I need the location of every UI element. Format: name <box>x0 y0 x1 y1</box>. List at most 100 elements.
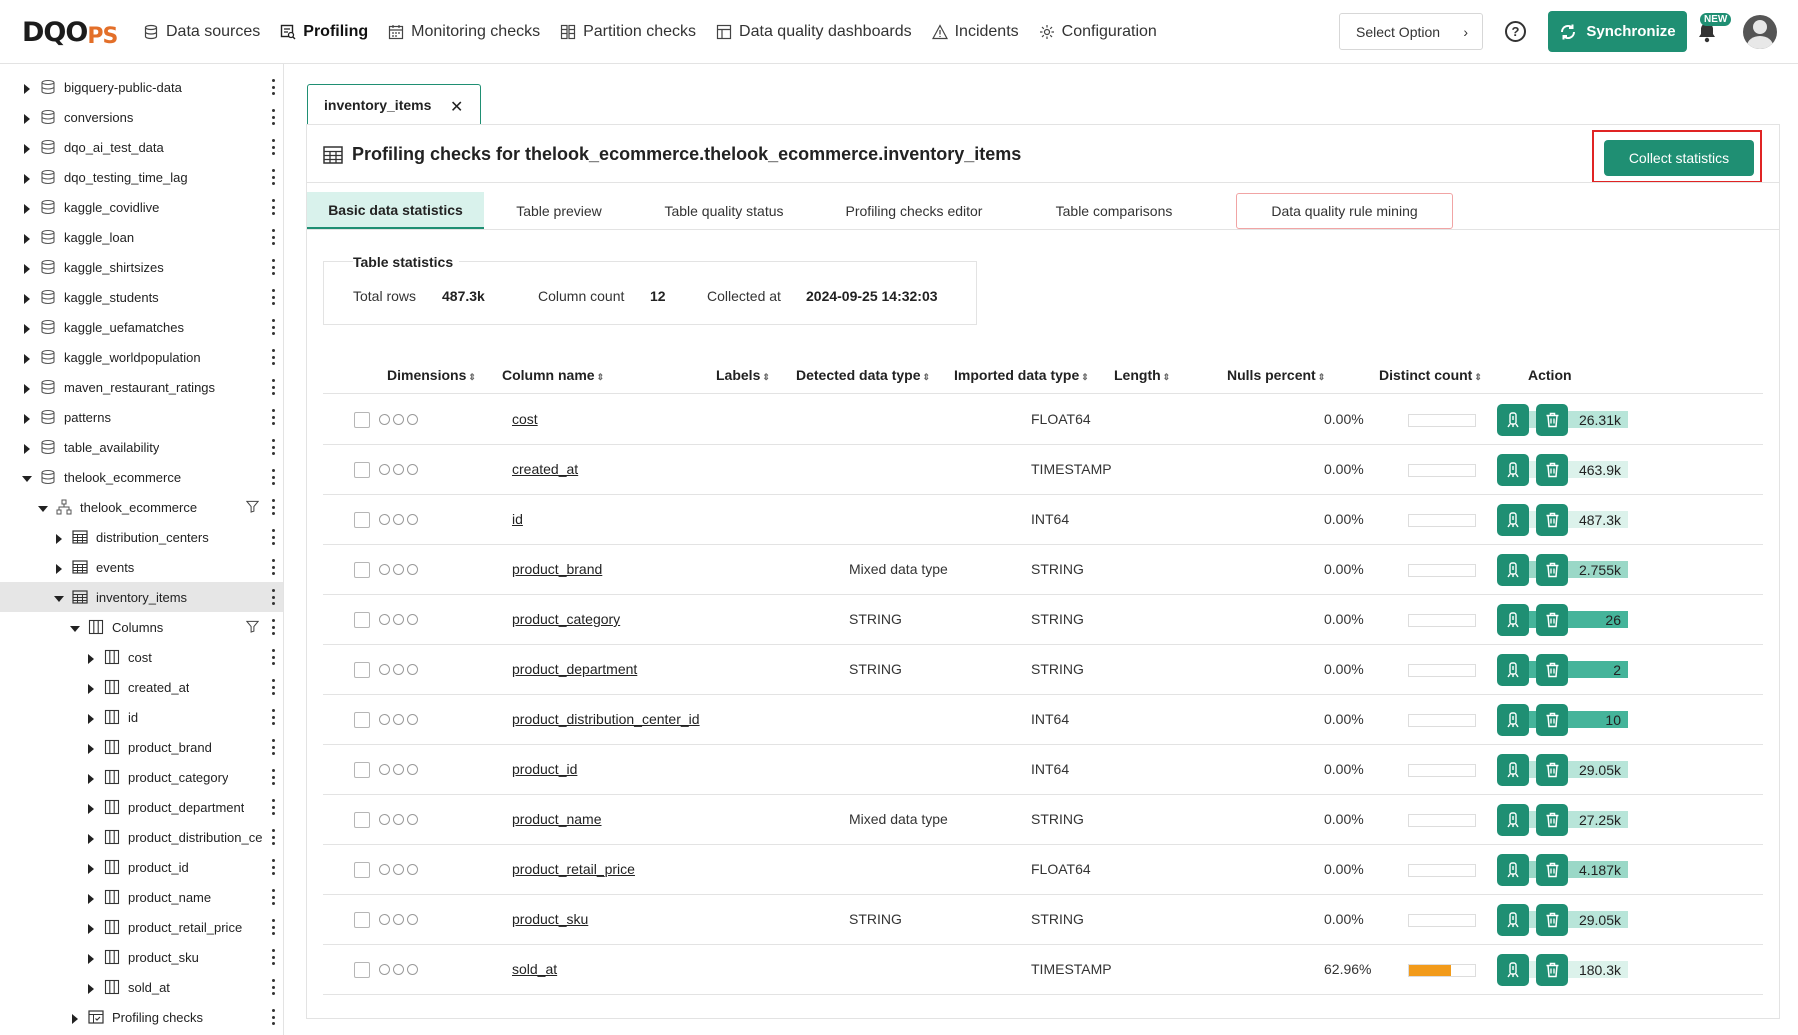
caret-right-icon[interactable] <box>86 742 96 754</box>
column-name-link[interactable]: sold_at <box>512 961 557 977</box>
more-options-icon[interactable] <box>272 529 276 545</box>
more-options-icon[interactable] <box>272 259 276 275</box>
collect-column-statistics-button[interactable] <box>1497 454 1529 486</box>
more-options-icon[interactable] <box>272 409 276 425</box>
collect-column-statistics-button[interactable] <box>1497 504 1529 536</box>
avatar[interactable] <box>1743 15 1777 49</box>
collect-column-statistics-button[interactable] <box>1497 954 1529 986</box>
tab-basic-data-statistics[interactable]: Basic data statistics <box>307 192 484 229</box>
more-options-icon[interactable] <box>272 589 276 605</box>
sidebar-item[interactable]: bigquery-public-data <box>0 72 283 102</box>
caret-right-icon[interactable] <box>22 262 32 274</box>
nav-configuration[interactable]: Configuration <box>1039 23 1157 41</box>
delete-button[interactable] <box>1536 754 1568 786</box>
header-nulls-percent[interactable]: Nulls percent ⇕ <box>1227 367 1325 383</box>
sidebar-item[interactable]: cost <box>0 642 283 672</box>
delete-button[interactable] <box>1536 904 1568 936</box>
caret-right-icon[interactable] <box>22 352 32 364</box>
sidebar-item[interactable]: Profiling checks <box>0 1002 283 1032</box>
tab-inventory-items[interactable]: inventory_items ✕ <box>307 84 481 125</box>
delete-button[interactable] <box>1536 854 1568 886</box>
caret-right-icon[interactable] <box>22 142 32 154</box>
row-checkbox[interactable] <box>354 862 370 878</box>
tab-profiling-checks-editor[interactable]: Profiling checks editor <box>814 192 1014 229</box>
sidebar-item[interactable]: kaggle_students <box>0 282 283 312</box>
more-options-icon[interactable] <box>272 439 276 455</box>
caret-right-icon[interactable] <box>22 232 32 244</box>
column-name-link[interactable]: product_category <box>512 611 620 627</box>
row-checkbox[interactable] <box>354 562 370 578</box>
column-name-link[interactable]: cost <box>512 411 538 427</box>
dqops-logo[interactable]: DQO PS <box>22 15 118 49</box>
caret-right-icon[interactable] <box>54 532 64 544</box>
caret-right-icon[interactable] <box>70 1012 80 1024</box>
help-icon[interactable]: ? <box>1505 21 1526 42</box>
row-checkbox[interactable] <box>354 812 370 828</box>
delete-button[interactable] <box>1536 604 1568 636</box>
delete-button[interactable] <box>1536 504 1568 536</box>
more-options-icon[interactable] <box>272 79 276 95</box>
sidebar-item[interactable]: product_sku <box>0 942 283 972</box>
sidebar-item[interactable]: table_availability <box>0 432 283 462</box>
caret-right-icon[interactable] <box>22 412 32 424</box>
select-option-dropdown[interactable]: Select Option › <box>1339 13 1483 50</box>
more-options-icon[interactable] <box>272 979 276 995</box>
caret-right-icon[interactable] <box>22 442 32 454</box>
header-column-name[interactable]: Column name ⇕ <box>502 367 604 383</box>
sidebar-item[interactable]: product_category <box>0 762 283 792</box>
more-options-icon[interactable] <box>272 559 276 575</box>
more-options-icon[interactable] <box>272 829 276 845</box>
close-icon[interactable]: ✕ <box>450 97 463 117</box>
more-options-icon[interactable] <box>272 739 276 755</box>
header-distinct-count[interactable]: Distinct count ⇕ <box>1379 367 1482 383</box>
column-name-link[interactable]: product_retail_price <box>512 861 635 877</box>
collect-column-statistics-button[interactable] <box>1497 754 1529 786</box>
sidebar-item[interactable]: thelook_ecommerce <box>0 492 283 522</box>
sidebar-item[interactable]: id <box>0 702 283 732</box>
sidebar-item[interactable]: product_distribution_ce <box>0 822 283 852</box>
caret-right-icon[interactable] <box>86 802 96 814</box>
header-detected-data-type[interactable]: Detected data type ⇕ <box>796 367 930 383</box>
caret-right-icon[interactable] <box>86 772 96 784</box>
delete-button[interactable] <box>1536 654 1568 686</box>
caret-down-icon[interactable] <box>38 502 48 512</box>
header-imported-data-type[interactable]: Imported data type ⇕ <box>954 367 1089 383</box>
header-length[interactable]: Length ⇕ <box>1114 367 1170 383</box>
nav-incidents[interactable]: Incidents <box>931 23 1019 41</box>
row-checkbox[interactable] <box>354 662 370 678</box>
header-dimensions[interactable]: Dimensions ⇕ <box>387 367 476 383</box>
delete-button[interactable] <box>1536 704 1568 736</box>
caret-right-icon[interactable] <box>86 862 96 874</box>
collect-column-statistics-button[interactable] <box>1497 404 1529 436</box>
sidebar-item[interactable]: dqo_ai_test_data <box>0 132 283 162</box>
sidebar-item[interactable]: product_retail_price <box>0 912 283 942</box>
more-options-icon[interactable] <box>272 1009 276 1025</box>
more-options-icon[interactable] <box>272 289 276 305</box>
column-name-link[interactable]: created_at <box>512 461 578 477</box>
collect-column-statistics-button[interactable] <box>1497 554 1529 586</box>
more-options-icon[interactable] <box>272 499 276 515</box>
row-checkbox[interactable] <box>354 762 370 778</box>
row-checkbox[interactable] <box>354 912 370 928</box>
column-name-link[interactable]: product_brand <box>512 561 602 577</box>
sidebar-item[interactable]: kaggle_worldpopulation <box>0 342 283 372</box>
filter-icon[interactable] <box>245 620 260 636</box>
caret-right-icon[interactable] <box>86 832 96 844</box>
sidebar-item[interactable]: distribution_centers <box>0 522 283 552</box>
header-labels[interactable]: Labels ⇕ <box>716 367 770 383</box>
more-options-icon[interactable] <box>272 319 276 335</box>
row-checkbox[interactable] <box>354 412 370 428</box>
delete-button[interactable] <box>1536 804 1568 836</box>
tab-table-comparisons[interactable]: Table comparisons <box>1014 192 1214 229</box>
caret-right-icon[interactable] <box>22 202 32 214</box>
collect-column-statistics-button[interactable] <box>1497 854 1529 886</box>
nav-profiling[interactable]: Profiling <box>280 23 368 41</box>
more-options-icon[interactable] <box>272 169 276 185</box>
sidebar-item[interactable]: product_name <box>0 882 283 912</box>
sidebar-item[interactable]: product_brand <box>0 732 283 762</box>
sidebar-item[interactable]: inventory_items <box>0 582 283 612</box>
row-checkbox[interactable] <box>354 962 370 978</box>
caret-right-icon[interactable] <box>22 382 32 394</box>
sidebar-item[interactable]: patterns <box>0 402 283 432</box>
filter-icon[interactable] <box>245 500 260 516</box>
